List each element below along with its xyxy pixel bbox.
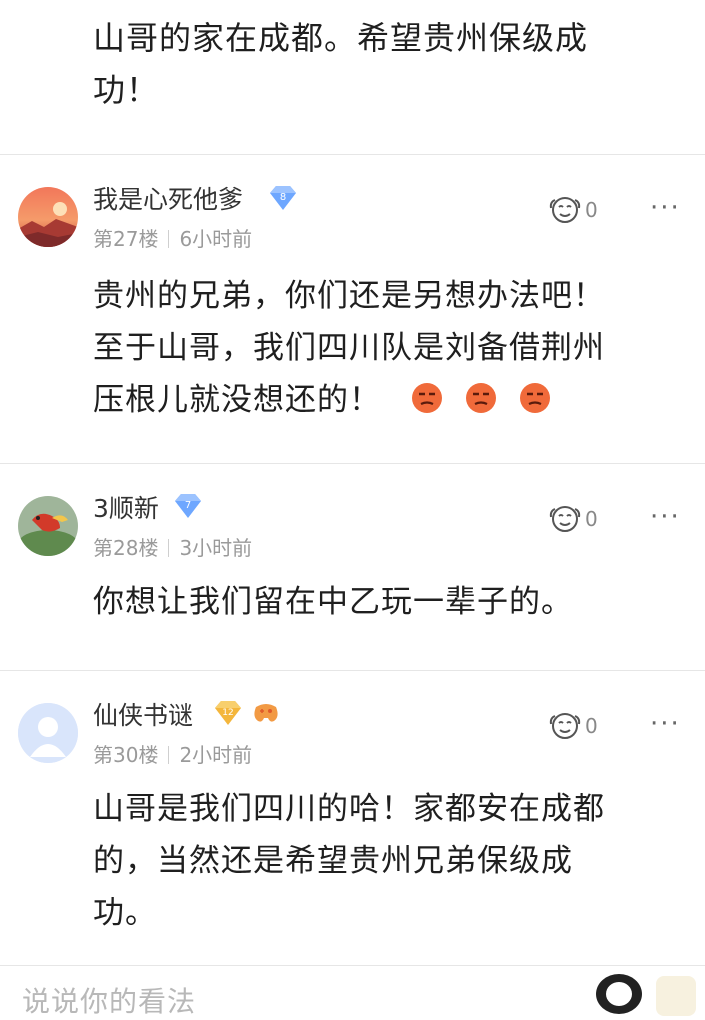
smirk-emoji-icon [411,378,443,413]
comment-text: 你想让我们留在中乙玩一辈子的。 [93,584,573,620]
meta-separator [168,539,170,557]
svg-text:8: 8 [280,192,286,203]
more-icon[interactable]: ··· [650,504,681,530]
more-icon[interactable]: ··· [650,711,681,737]
comment-text: 贵州的兄弟，你们还是另想办法吧！ 至于山哥，我们四川队是刘备借荆州 压根儿就没想… [93,278,605,418]
like-emoji-icon[interactable] [548,708,582,742]
meta-separator [168,746,170,764]
sticker-icon[interactable] [596,974,642,1014]
comment-text: 山哥是我们四川的哈！家都安在成都 的，当然还是希望贵州兄弟保级成 功。 [93,791,605,931]
level-badge-icon: 7 [174,493,202,519]
timestamp: 2小时前 [179,743,253,767]
timestamp: 6小时前 [179,227,253,251]
floor-number: 第27楼 [93,227,159,251]
username[interactable]: 仙侠书谜 [93,701,193,731]
like-count: 0 [585,507,598,531]
comment-input[interactable]: 说说你的看法 [22,980,196,1020]
divider [0,670,705,671]
like-count: 0 [585,714,598,738]
level-badge-icon: 8 [269,185,297,211]
svg-text:7: 7 [185,500,191,511]
comment-text: 山哥的家在成都。希望贵州保级成 功！ [93,19,589,109]
avatar[interactable] [18,496,78,556]
like-count: 0 [585,198,598,222]
gift-icon[interactable] [656,976,696,1016]
username[interactable]: 3顺新 [93,494,159,524]
divider [0,154,705,155]
smirk-emoji-icon [465,378,497,413]
like-emoji-icon[interactable] [548,192,582,226]
comment-meta: 第30楼 2小时前 [93,742,252,768]
meta-separator [168,230,170,248]
comment-meta: 第27楼 6小时前 [93,226,252,252]
comment-input-bar: 说说你的看法 [0,966,705,1018]
avatar[interactable] [18,703,78,763]
username[interactable]: 我是心死他爹 [93,185,243,215]
floor-number: 第30楼 [93,743,159,767]
game-badge-icon [252,701,280,727]
floor-number: 第28楼 [93,536,159,560]
divider [0,463,705,464]
more-icon[interactable]: ··· [650,195,681,221]
level-badge-icon: 12 [214,700,242,726]
avatar[interactable] [18,187,78,247]
svg-text:12: 12 [222,708,233,718]
comment-meta: 第28楼 3小时前 [93,535,252,561]
timestamp: 3小时前 [179,536,253,560]
smirk-emoji-icon [519,378,551,413]
like-emoji-icon[interactable] [548,501,582,535]
